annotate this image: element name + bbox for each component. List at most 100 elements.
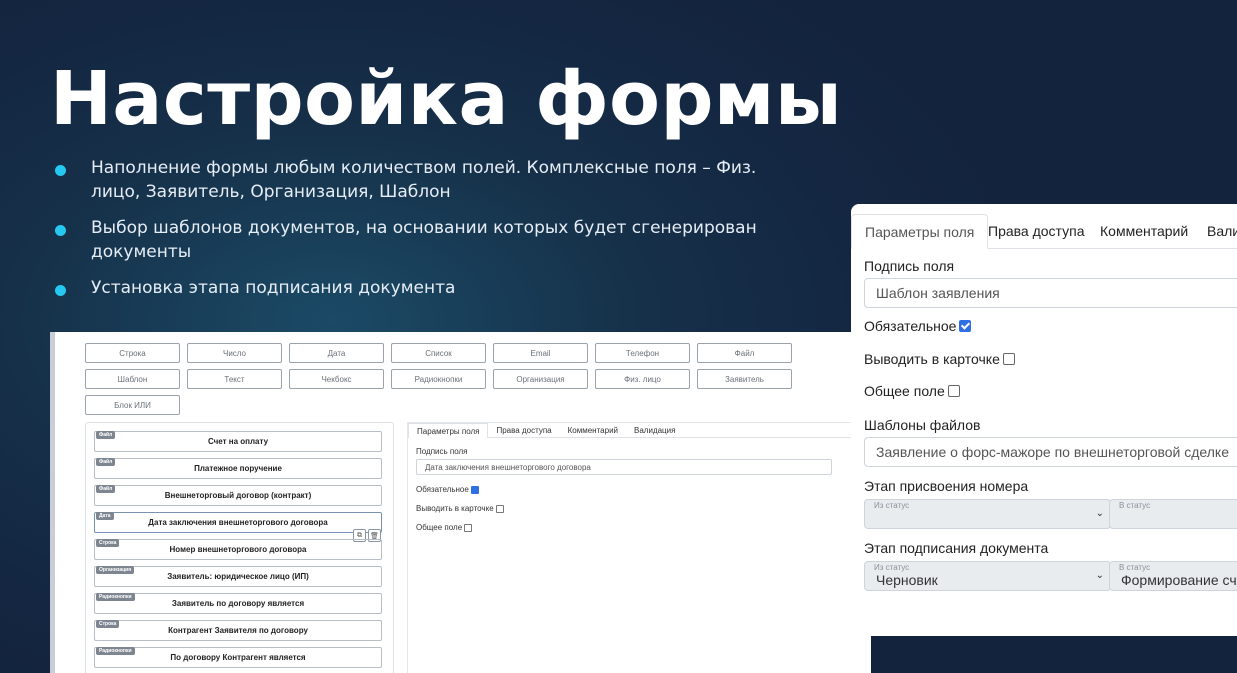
show-in-card-checkbox[interactable] <box>1002 353 1015 365</box>
properties-tabs-zoom: Параметры поля Права доступа Комментарий… <box>851 214 1237 249</box>
common-field-checkbox[interactable] <box>947 385 960 397</box>
numbering-to-status-select[interactable]: В статус <box>1109 499 1237 529</box>
properties-tabs: Параметры поля Права доступа Комментарий… <box>408 423 684 438</box>
signing-from-value: Черновик <box>876 572 938 588</box>
form-field-label: Контрагент Заявителя по договору <box>168 626 308 635</box>
form-field-item[interactable]: Файл Платежное поручение <box>94 458 382 479</box>
form-field-item[interactable]: Строка Контрагент Заявителя по договору <box>94 620 382 641</box>
field-type-button[interactable]: Список <box>391 343 486 363</box>
numbering-stage-label: Этап присвоения номера <box>864 478 1029 494</box>
field-type-button[interactable]: Шаблон <box>85 369 180 389</box>
field-type-button[interactable]: Физ. лицо <box>595 369 690 389</box>
tab-comment[interactable]: Комментарий <box>559 423 627 438</box>
numbering-from-status-select[interactable]: Из статус ⌄ <box>864 499 1111 529</box>
form-field-item[interactable]: Файл Счет на оплату <box>94 431 382 452</box>
caption-label: Подпись поля <box>416 447 468 456</box>
field-type-button[interactable]: Email <box>493 343 588 363</box>
tab-access-rights[interactable]: Права доступа <box>488 423 560 438</box>
form-field-item-selected[interactable]: Дата Дата заключения внешнеторгового дого… <box>94 512 382 533</box>
field-type-button[interactable]: Блок ИЛИ <box>85 395 180 415</box>
common-field-option[interactable]: Общее поле <box>416 523 473 532</box>
tab-field-params[interactable]: Параметры поля <box>408 423 489 438</box>
common-field-label: Общее поле <box>416 523 463 532</box>
required-option[interactable]: Обязательное <box>864 318 972 334</box>
field-properties-zoom: Параметры поля Права доступа Комментарий… <box>851 204 1237 636</box>
form-field-label: Счет на оплату <box>207 437 269 446</box>
tab-comment[interactable]: Комментарий <box>1100 214 1188 248</box>
form-field-item[interactable]: Организация Заявитель: юридическое лицо (… <box>94 566 382 587</box>
show-in-card-option[interactable]: Выводить в карточке <box>864 351 1015 367</box>
feature-text: Установка этапа подписания документа <box>91 278 456 298</box>
field-type-button[interactable]: Чекбокс <box>289 369 384 389</box>
show-in-card-option[interactable]: Выводить в карточке <box>416 504 504 513</box>
form-field-label: Заявитель: юридическое лицо (ИП) <box>167 572 309 581</box>
field-type-tag: Файл <box>96 431 116 439</box>
feature-list: Наполнение формы любым количеством полей… <box>55 156 795 312</box>
form-field-label: Платежное поручение <box>194 464 282 473</box>
field-type-button[interactable]: Число <box>187 343 282 363</box>
signing-to-value: Формирование счет <box>1121 572 1237 588</box>
form-field-label: По договору Контрагент является <box>170 653 306 662</box>
show-in-card-label: Выводить в карточке <box>864 351 1000 367</box>
common-field-label: Общее поле <box>864 383 945 399</box>
show-in-card-checkbox[interactable] <box>495 504 504 513</box>
signing-from-status-select[interactable]: Из статус Черновик ⌄ <box>864 561 1111 591</box>
signing-to-status-select[interactable]: В статус Формирование счет <box>1109 561 1237 591</box>
field-properties-small: Параметры поля Права доступа Комментарий… <box>407 422 858 673</box>
to-status-caption: В статус <box>1119 563 1151 572</box>
signing-stage-label: Этап подписания документа <box>864 540 1049 556</box>
file-templates-select[interactable]: Заявление о форс-мажоре по внешнеторгово… <box>864 437 1237 467</box>
field-type-tag: Радиокнопки <box>96 593 135 601</box>
required-label: Обязательное <box>864 318 957 334</box>
form-field-item[interactable]: Радиокнопки Заявитель по договору являетс… <box>94 593 382 614</box>
bullet-dot-icon <box>55 285 66 296</box>
form-field-label: Заявитель по договору является <box>171 599 305 608</box>
chevron-down-icon: ⌄ <box>1095 508 1104 519</box>
feature-item: Установка этапа подписания документа <box>55 276 795 300</box>
feature-item: Наполнение формы любым количеством полей… <box>55 156 795 204</box>
field-type-button[interactable]: Организация <box>493 369 588 389</box>
field-type-tag: Строка <box>96 539 120 547</box>
required-checkbox[interactable] <box>470 485 479 494</box>
bullet-dot-icon <box>55 225 66 236</box>
slide-title: Настройка формы <box>50 56 843 142</box>
tab-validation[interactable]: Вали <box>1207 214 1237 248</box>
field-type-button[interactable]: Заявитель <box>697 369 792 389</box>
form-field-item[interactable]: Файл Внешнеторговый договор (контракт) <box>94 485 382 506</box>
chevron-down-icon: ⌄ <box>1095 570 1104 581</box>
bullet-dot-icon <box>55 165 66 176</box>
feature-text: Наполнение формы любым количеством полей… <box>91 158 757 202</box>
field-type-button[interactable]: Дата <box>289 343 384 363</box>
common-field-checkbox[interactable] <box>464 523 473 532</box>
form-fields-list: Файл Счет на оплату Файл Платежное поручен… <box>85 422 394 673</box>
show-in-card-label: Выводить в карточке <box>416 504 494 513</box>
feature-text: Выбор шаблонов документов, на основании … <box>91 218 757 262</box>
field-type-button[interactable]: Файл <box>697 343 792 363</box>
tab-field-params[interactable]: Параметры поля <box>851 214 989 249</box>
field-type-button[interactable]: Строка <box>85 343 180 363</box>
form-field-label: Внешнеторговый договор (контракт) <box>164 491 312 500</box>
form-field-label: Дата заключения внешнеторгового договора <box>148 518 328 527</box>
field-type-tag: Организация <box>96 566 135 574</box>
field-type-tag: Файл <box>96 485 116 493</box>
to-status-caption: В статус <box>1119 501 1151 510</box>
form-field-item[interactable]: Строка Номер внешнеторгового договора <box>94 539 382 560</box>
form-field-item[interactable]: Радиокнопки По договору Контрагент являет… <box>94 647 382 668</box>
tab-validation[interactable]: Валидация <box>626 423 684 438</box>
required-label: Обязательное <box>416 485 469 494</box>
common-field-option[interactable]: Общее поле <box>864 383 960 399</box>
field-type-tag: Строка <box>96 620 120 628</box>
required-checkbox[interactable] <box>959 320 972 332</box>
field-type-tag: Радиокнопки <box>96 647 135 655</box>
required-option[interactable]: Обязательное <box>416 485 479 494</box>
tab-access-rights[interactable]: Права доступа <box>988 214 1084 248</box>
field-type-button[interactable]: Текст <box>187 369 282 389</box>
from-status-caption: Из статус <box>874 563 910 572</box>
feature-item: Выбор шаблонов документов, на основании … <box>55 216 795 264</box>
field-type-button[interactable]: Телефон <box>595 343 690 363</box>
field-type-button[interactable]: Радиокнопки <box>391 369 486 389</box>
caption-input[interactable]: Шаблон заявления <box>864 278 1237 308</box>
form-field-label: Номер внешнеторгового договора <box>169 545 307 554</box>
field-type-tag: Дата <box>96 512 114 520</box>
caption-input[interactable]: Дата заключения внешнеторгового договора <box>416 459 832 475</box>
